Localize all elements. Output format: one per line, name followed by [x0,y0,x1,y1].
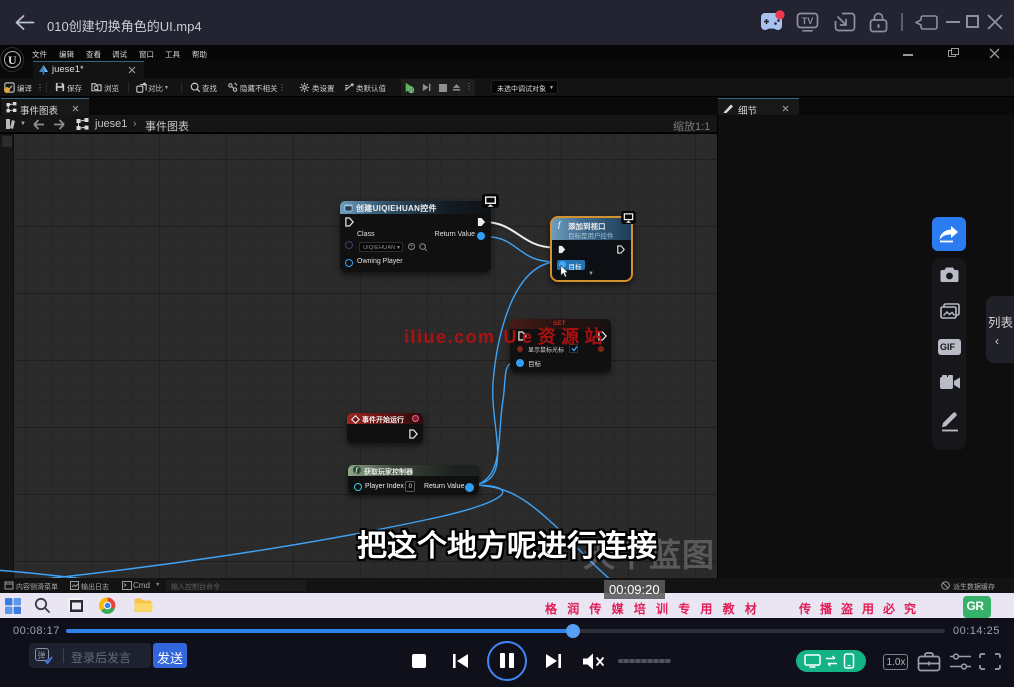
svg-text:TV: TV [802,16,814,26]
